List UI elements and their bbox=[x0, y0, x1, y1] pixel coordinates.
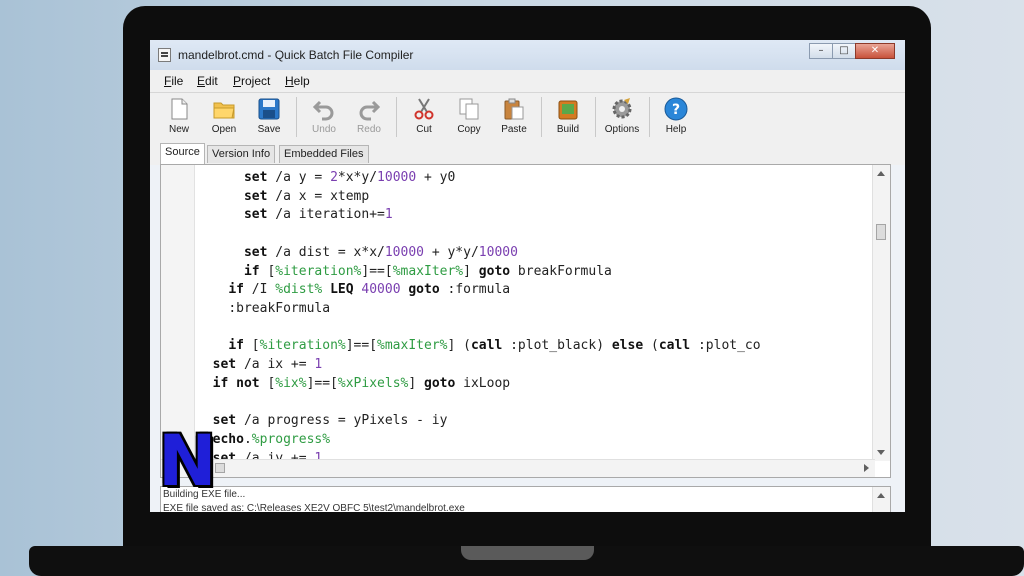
toolbar: New Open Save Undo Redo Cut Copy Paste B… bbox=[150, 93, 905, 141]
editor-vertical-scrollbar[interactable] bbox=[872, 165, 890, 461]
scissors-icon bbox=[414, 98, 434, 120]
tab-bar: Source Version Info Embedded Files bbox=[150, 141, 905, 165]
redo-button[interactable]: Redo bbox=[348, 95, 390, 139]
laptop-notch bbox=[461, 546, 594, 560]
tab-embedded-files[interactable]: Embedded Files bbox=[279, 145, 369, 163]
scroll-down-arrow-icon[interactable] bbox=[877, 450, 885, 455]
toolbar-separator bbox=[541, 97, 542, 137]
undo-button[interactable]: Undo bbox=[303, 95, 345, 139]
build-button[interactable]: Build bbox=[547, 95, 589, 139]
scroll-up-arrow-icon[interactable] bbox=[877, 171, 885, 176]
output-scrollbar[interactable] bbox=[872, 487, 890, 512]
menu-file[interactable]: File bbox=[164, 74, 183, 88]
floppy-disk-icon bbox=[258, 98, 280, 120]
menu-help[interactable]: Help bbox=[285, 74, 310, 88]
toolbar-separator bbox=[649, 97, 650, 137]
folder-icon bbox=[213, 102, 235, 119]
close-button[interactable]: ✕ bbox=[855, 43, 895, 59]
undo-icon bbox=[312, 100, 334, 121]
copy-button[interactable]: Copy bbox=[448, 95, 490, 139]
scroll-right-arrow-icon[interactable] bbox=[864, 464, 869, 472]
window-controls: – □ ✕ bbox=[809, 43, 895, 60]
menu-project[interactable]: Project bbox=[233, 74, 270, 88]
clipboard-icon bbox=[504, 98, 524, 120]
menu-edit[interactable]: Edit bbox=[197, 74, 218, 88]
maximize-button[interactable]: □ bbox=[832, 43, 856, 59]
gear-icon bbox=[612, 98, 632, 119]
save-button[interactable]: Save bbox=[248, 95, 290, 139]
output-line: EXE file saved as: C:\Releases XE2V OBFC… bbox=[163, 503, 465, 512]
channel-logo: N bbox=[158, 420, 217, 502]
batch-file-icon bbox=[158, 48, 171, 62]
source-editor[interactable]: set /a y = 2*x*y/10000 + y0 set /a x = x… bbox=[160, 164, 891, 478]
tab-version-info[interactable]: Version Info bbox=[207, 145, 276, 163]
open-button[interactable]: Open bbox=[203, 95, 245, 139]
toolbar-separator bbox=[396, 97, 397, 137]
minimize-button[interactable]: – bbox=[809, 43, 833, 59]
help-icon: ? bbox=[664, 97, 688, 121]
tab-source[interactable]: Source bbox=[160, 143, 205, 165]
window-title: mandelbrot.cmd - Quick Batch File Compil… bbox=[178, 48, 414, 62]
code-text: set /a y = 2*x*y/10000 + y0 set /a x = x… bbox=[212, 170, 761, 466]
new-file-icon bbox=[171, 98, 188, 120]
editor-horizontal-scrollbar[interactable] bbox=[161, 459, 875, 477]
new-button[interactable]: New bbox=[158, 95, 200, 139]
svg-text:?: ? bbox=[672, 102, 680, 118]
redo-icon bbox=[359, 100, 381, 121]
cut-button[interactable]: Cut bbox=[403, 95, 445, 139]
paste-button[interactable]: Paste bbox=[493, 95, 535, 139]
copy-icon bbox=[459, 98, 479, 120]
options-button[interactable]: Options bbox=[601, 95, 643, 139]
app-window: mandelbrot.cmd - Quick Batch File Compil… bbox=[150, 40, 905, 512]
build-output-panel: Building EXE file... EXE file saved as: … bbox=[160, 486, 891, 512]
toolbar-separator bbox=[296, 97, 297, 137]
toolbar-separator bbox=[595, 97, 596, 137]
scroll-thumb[interactable] bbox=[876, 224, 886, 240]
menu-bar: File Edit Project Help bbox=[150, 70, 905, 93]
title-bar: mandelbrot.cmd - Quick Batch File Compil… bbox=[150, 40, 905, 71]
help-button[interactable]: ? Help bbox=[655, 95, 697, 139]
build-icon bbox=[558, 100, 578, 120]
